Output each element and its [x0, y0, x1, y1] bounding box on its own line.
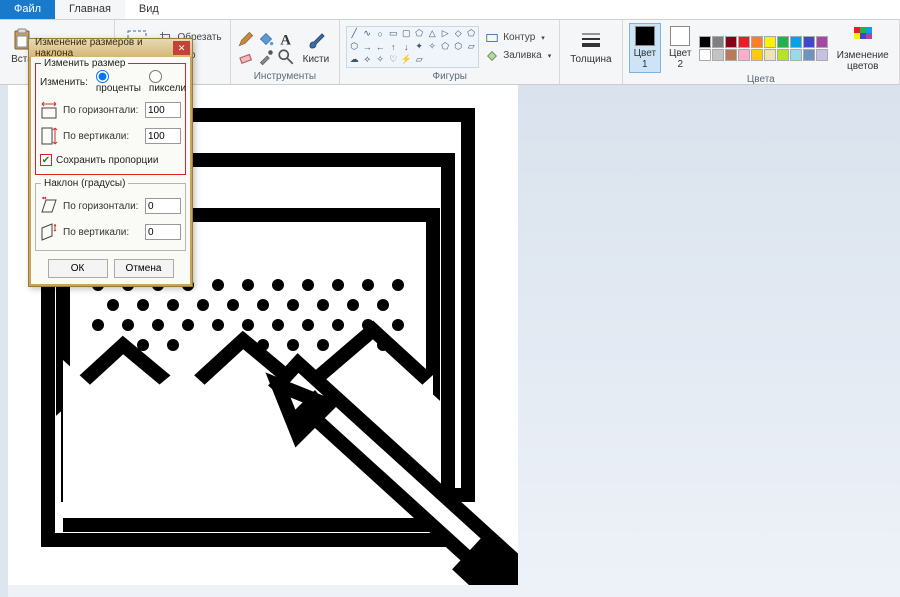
color-swatch[interactable] [725, 36, 737, 48]
color-swatch[interactable] [699, 49, 711, 61]
group-shapes: ╱∿○▭▢⬠△▷◇⬠ ⬡→←↑↓✦✧⬠⬡▱ ☁⟡✧♡⚡▱ Контур▾ Зал… [340, 20, 560, 84]
color-palette[interactable] [699, 36, 828, 61]
radio-pixels[interactable]: пиксели [149, 70, 186, 94]
resize-by-label: Изменить: [40, 77, 88, 88]
color-swatch[interactable] [816, 49, 828, 61]
shape-outline-button[interactable]: Контур▾ [483, 30, 553, 46]
keep-aspect-label: Сохранить пропорции [56, 155, 158, 166]
skew-v-icon [40, 222, 58, 242]
skew-h-label: По горизонтали: [63, 201, 140, 212]
close-icon: ✕ [178, 43, 186, 54]
dialog-title: Изменение размеров и наклона [35, 37, 173, 59]
skew-legend: Наклон (градусы) [41, 178, 128, 189]
resize-h-input[interactable] [145, 102, 181, 118]
skew-fieldset: Наклон (градусы) По горизонтали: По верт… [35, 183, 186, 251]
color-swatch[interactable] [712, 49, 724, 61]
resize-v-label: По вертикали: [63, 131, 140, 142]
radio-percent[interactable]: проценты [96, 70, 141, 94]
color-swatch[interactable] [803, 36, 815, 48]
resize-fieldset: Изменить размер Изменить: проценты пиксе… [35, 63, 186, 175]
group-size: Толщина [560, 20, 622, 84]
color-swatch[interactable] [790, 49, 802, 61]
pencil-icon[interactable] [237, 30, 255, 48]
svg-text:A: A [280, 32, 291, 47]
eraser-icon[interactable] [237, 48, 255, 66]
tab-file[interactable]: Файл [0, 0, 55, 19]
shape-fill-button[interactable]: Заливка▾ [483, 48, 553, 64]
color-swatch[interactable] [751, 36, 763, 48]
skew-h-input[interactable] [145, 198, 181, 214]
group-tools: A Кисти Инструменты [231, 20, 341, 84]
ok-button[interactable]: ОК [48, 259, 108, 278]
skew-v-input[interactable] [145, 224, 181, 240]
horizontal-icon [40, 100, 58, 120]
shapes-gallery[interactable]: ╱∿○▭▢⬠△▷◇⬠ ⬡→←↑↓✦✧⬠⬡▱ ☁⟡✧♡⚡▱ [346, 26, 479, 68]
outline-icon [485, 31, 499, 45]
tab-bar: Файл Главная Вид [0, 0, 900, 20]
color-swatch[interactable] [751, 49, 763, 61]
palette-icon [851, 24, 875, 48]
group-label-tools: Инструменты [237, 71, 334, 84]
text-icon[interactable]: A [277, 30, 295, 48]
eyedropper-icon[interactable] [257, 48, 275, 66]
bucket-icon[interactable] [257, 30, 275, 48]
skew-v-label: По вертикали: [63, 227, 140, 238]
color1-button[interactable]: Цвет 1 [629, 23, 661, 73]
resize-legend: Изменить размер [41, 58, 128, 69]
color-swatch[interactable] [777, 36, 789, 48]
tab-view[interactable]: Вид [125, 0, 173, 19]
dialog-titlebar[interactable]: Изменение размеров и наклона ✕ [29, 39, 192, 57]
color-swatch[interactable] [699, 36, 711, 48]
tab-home[interactable]: Главная [55, 0, 125, 19]
thickness-button[interactable]: Толщина [566, 26, 615, 67]
cancel-button[interactable]: Отмена [114, 259, 174, 278]
color-swatch[interactable] [803, 49, 815, 61]
group-label-shapes: Фигуры [346, 71, 553, 84]
fill-icon [485, 49, 499, 63]
magnifier-icon[interactable] [277, 48, 295, 66]
resize-skew-dialog: Изменение размеров и наклона ✕ Изменить … [28, 38, 193, 287]
color-swatch[interactable] [712, 36, 724, 48]
resize-h-label: По горизонтали: [63, 105, 140, 116]
edit-colors-button[interactable]: Изменение цветов [832, 22, 893, 74]
keep-aspect-checkbox[interactable]: ✔ [40, 154, 52, 166]
brushes-button[interactable]: Кисти [299, 26, 334, 67]
color-swatch[interactable] [816, 36, 828, 48]
color-swatch[interactable] [738, 49, 750, 61]
group-colors: Цвет 1 Цвет 2 Изменение цветов Цвета [623, 20, 900, 84]
vertical-icon [40, 126, 58, 146]
color-swatch[interactable] [764, 36, 776, 48]
color-swatch[interactable] [777, 49, 789, 61]
color-swatch[interactable] [725, 49, 737, 61]
brush-icon [304, 28, 328, 52]
skew-h-icon [40, 196, 58, 216]
resize-v-input[interactable] [145, 128, 181, 144]
color-swatch[interactable] [764, 49, 776, 61]
thickness-icon [579, 28, 603, 52]
color-swatch[interactable] [738, 36, 750, 48]
dialog-close-button[interactable]: ✕ [173, 41, 190, 55]
color2-button[interactable]: Цвет 2 [665, 24, 695, 72]
color-swatch[interactable] [790, 36, 802, 48]
